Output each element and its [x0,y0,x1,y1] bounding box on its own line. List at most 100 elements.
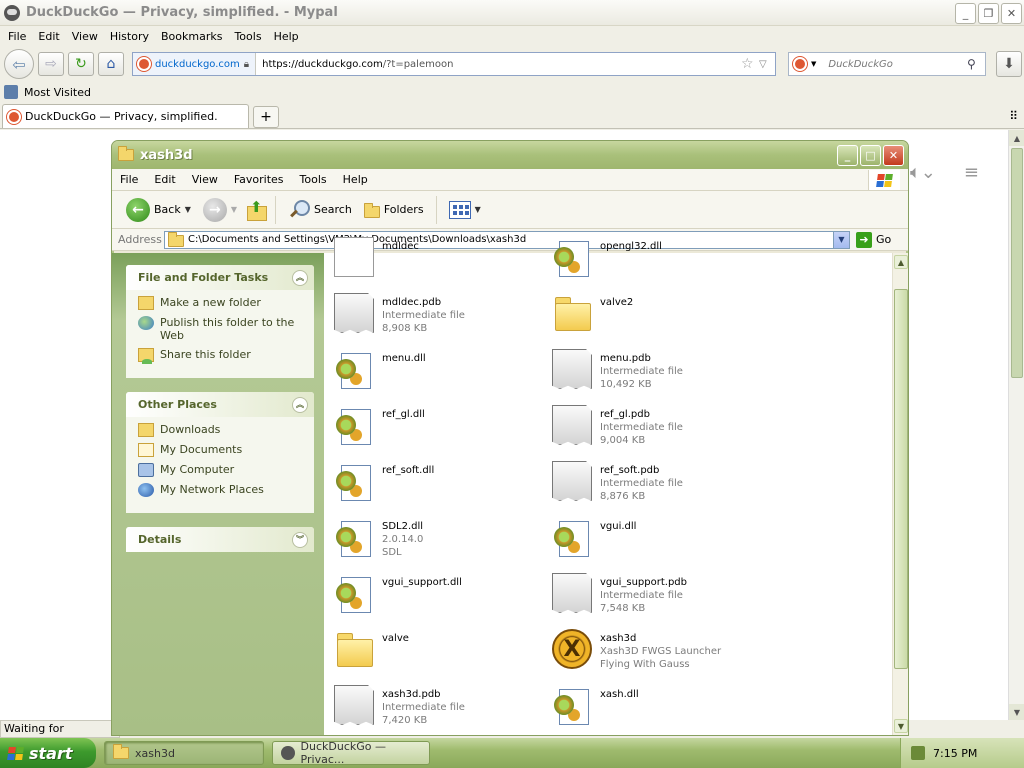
file-item[interactable]: ref_soft.pdb Intermediate file 8,876 KB [552,461,768,511]
bookmark-star-icon[interactable]: ☆ [741,56,759,72]
menu-bookmarks[interactable]: Bookmarks [155,30,228,43]
panel-header-places[interactable]: Other Places ︽ [126,392,314,417]
site-identity-button[interactable]: duckduckgo.com 🔒︎ [133,53,257,75]
start-button[interactable]: start [0,738,96,768]
search-icon[interactable]: ⚲ [967,57,985,71]
explorer-minimize-button[interactable]: _ [837,145,858,166]
file-item[interactable]: vgui_support.dll [334,573,550,623]
panel-header-tasks[interactable]: File and Folder Tasks ︽ [126,265,314,290]
clock[interactable]: 7:15 PM [933,747,977,760]
x-menu-help[interactable]: Help [335,173,376,186]
menu-file[interactable]: File [2,30,32,43]
place-my-documents[interactable]: My Documents [138,443,306,457]
browser-scrollbar[interactable]: ▲ ▼ [1008,130,1024,720]
back-arrow-icon[interactable]: ⇦ [4,49,34,79]
taskbar-item-xash3d[interactable]: xash3d [104,741,264,765]
file-item[interactable]: vgui.dll [552,517,768,567]
views-button[interactable]: ▼ [445,200,485,219]
browser-scroll-up-icon[interactable]: ▲ [1009,130,1024,146]
new-tab-button[interactable]: + [253,106,279,128]
file-item[interactable]: menu.dll [334,349,550,399]
url-dropdown-icon[interactable]: ▽ [759,59,775,70]
file-item[interactable]: xash.dll [552,685,768,735]
file-item[interactable]: ref_gl.dll [334,405,550,455]
collapse-chevron-icon[interactable]: ︽ [292,396,308,413]
taskbar-item-browser[interactable]: DuckDuckGo — Privac... [272,740,430,766]
address-dropdown-icon[interactable]: ▼ [833,231,849,248]
folders-button[interactable]: Folders [360,202,428,218]
browser-scroll-down-icon[interactable]: ▼ [1009,704,1024,720]
forward-button[interactable]: → ▼ [199,197,241,222]
x-menu-view[interactable]: View [184,173,226,186]
file-item[interactable]: valve [334,629,550,679]
file-item[interactable]: ref_gl.pdb Intermediate file 9,004 KB [552,405,768,455]
search-engine-dropdown-icon[interactable]: ▼ [811,60,816,68]
scroll-down-icon[interactable]: ▼ [894,719,908,733]
file-item[interactable]: valve2 [552,293,768,343]
file-item[interactable]: mdldec [334,237,550,287]
file-item[interactable]: Xxash3d Xash3D FWGS Launcher Flying With G… [552,629,768,679]
menu-tools[interactable]: Tools [228,30,267,43]
search-engine-icon[interactable] [793,57,807,71]
task-make-new-folder[interactable]: Make a new folder [138,296,306,310]
x-menu-edit[interactable]: Edit [146,173,183,186]
file-item[interactable]: xash3d.pdb Intermediate file 7,420 KB [334,685,550,735]
menu-view[interactable]: View [66,30,104,43]
browser-maximize-button[interactable]: ❐ [978,3,999,24]
file-name: valve [382,633,409,644]
file-item[interactable]: mdldec.pdb Intermediate file 8,908 KB [334,293,550,343]
hamburger-menu-icon[interactable]: ≡ [964,162,979,183]
menu-edit[interactable]: Edit [32,30,65,43]
tab-strip: DuckDuckGo — Privacy, simplified. + ⠿ [0,103,1024,129]
menu-history[interactable]: History [104,30,155,43]
back-button[interactable]: ← Back ▼ [122,197,195,222]
explorer-maximize-button[interactable]: □ [860,145,881,166]
url-input[interactable]: https://duckduckgo.com/?t=palemoon [256,59,741,70]
file-item[interactable]: opengl32.dll [552,237,768,287]
task-share-folder[interactable]: Share this folder [138,348,306,364]
home-icon[interactable]: ⌂ [98,52,124,76]
scroll-thumb[interactable] [894,289,908,669]
file-type: Intermediate file [600,422,683,433]
forward-arrow-icon[interactable]: ⇨ [38,52,64,76]
expand-chevron-icon[interactable]: ︾ [292,531,308,548]
place-my-computer[interactable]: My Computer [138,463,306,477]
downloads-icon[interactable]: ⬇ [996,51,1022,77]
search-button[interactable]: Search [284,199,356,221]
blank-icon [334,237,374,277]
back-dropdown-icon[interactable]: ▼ [185,205,191,214]
reload-icon[interactable]: ↻ [68,52,94,76]
forward-dropdown-icon[interactable]: ▼ [231,205,237,214]
search-bar[interactable]: ▼ DuckDuckGo ⚲ [788,52,986,76]
file-item[interactable]: SDL2.dll 2.0.14.0 SDL [334,517,550,567]
x-menu-favorites[interactable]: Favorites [226,173,292,186]
network-tray-icon[interactable] [911,746,925,760]
speaker-icon[interactable]: 🔈︎⌄ [910,162,936,183]
search-input[interactable]: DuckDuckGo [820,59,963,70]
scroll-up-icon[interactable]: ▲ [894,255,908,269]
tab-duckduckgo[interactable]: DuckDuckGo — Privacy, simplified. [2,104,249,128]
panel-header-details[interactable]: Details ︾ [126,527,314,552]
bookmark-most-visited[interactable]: Most Visited [24,86,91,99]
file-item[interactable]: vgui_support.pdb Intermediate file 7,548 K… [552,573,768,623]
explorer-titlebar[interactable]: xash3d _ □ ✕ [112,141,908,169]
menu-help[interactable]: Help [268,30,305,43]
file-item[interactable]: ref_soft.dll [334,461,550,511]
file-item[interactable]: menu.pdb Intermediate file 10,492 KB [552,349,768,399]
tab-list-icon[interactable]: ⠿ [1009,109,1018,123]
x-menu-file[interactable]: File [112,173,146,186]
go-button[interactable]: ➜ Go [856,231,891,248]
up-folder-icon[interactable] [245,198,268,222]
browser-minimize-button[interactable]: _ [955,3,976,24]
place-downloads[interactable]: Downloads [138,423,306,437]
windows-logo-icon [7,746,24,760]
url-bar[interactable]: duckduckgo.com 🔒︎ https://duckduckgo.com… [132,52,776,76]
browser-close-button[interactable]: ✕ [1001,3,1022,24]
place-my-network[interactable]: My Network Places [138,483,306,497]
explorer-close-button[interactable]: ✕ [883,145,904,166]
browser-scroll-thumb[interactable] [1011,148,1023,378]
collapse-chevron-icon[interactable]: ︽ [292,269,308,286]
x-menu-tools[interactable]: Tools [292,173,335,186]
file-list-scrollbar[interactable]: ▲ ▼ [892,253,908,735]
task-publish-folder[interactable]: Publish this folder to the Web [138,316,306,342]
